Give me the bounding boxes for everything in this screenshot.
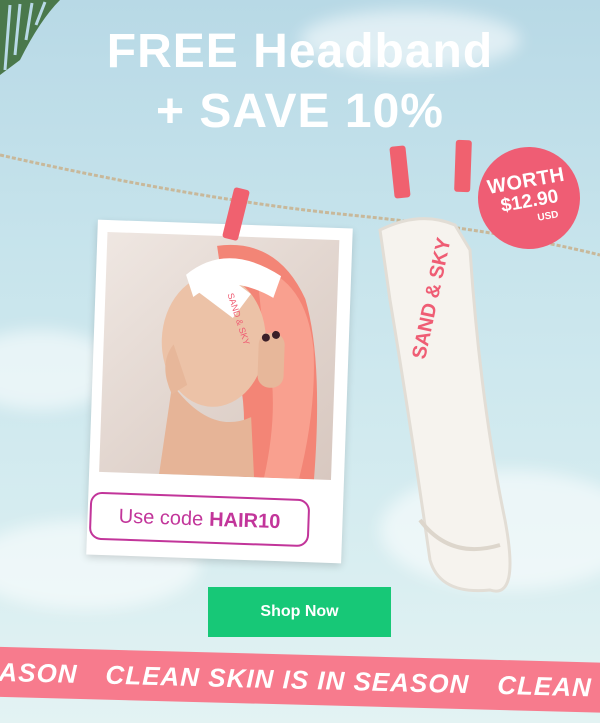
promo-banner: FREE Headband + SAVE 10% SAND & SKY Use … xyxy=(0,0,600,723)
shop-now-button[interactable]: Shop Now xyxy=(208,587,391,637)
ribbon-text: CLEAN SKIN IS IN SEASON xyxy=(105,659,470,699)
badge-currency: USD xyxy=(536,209,560,224)
ribbon-text: CLEAN xyxy=(496,669,593,702)
ribbon-text: EASON xyxy=(0,655,78,689)
